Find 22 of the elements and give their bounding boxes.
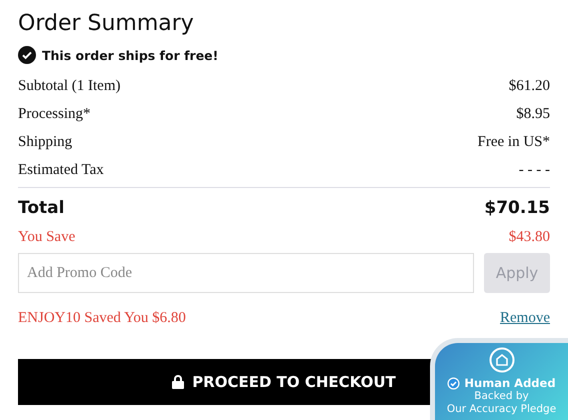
line-label: Shipping bbox=[18, 134, 72, 150]
line-value: - - - - bbox=[518, 162, 550, 178]
free-shipping-note: This order ships for free! bbox=[42, 48, 218, 62]
line-value: $8.95 bbox=[516, 106, 550, 122]
house-icon bbox=[488, 347, 514, 373]
badge-subtitle: Our Accuracy Pledge bbox=[446, 403, 556, 416]
applied-promo-text: ENJOY10 Saved You $6.80 bbox=[18, 310, 186, 326]
total-label: Total bbox=[18, 198, 64, 218]
savings-label: You Save bbox=[18, 228, 76, 246]
line-label: Estimated Tax bbox=[18, 162, 104, 178]
total-value: $70.15 bbox=[484, 198, 550, 218]
badge-subtitle: Backed by bbox=[474, 390, 529, 403]
remove-link[interactable]: Remove bbox=[500, 310, 550, 326]
line-label: Subtotal (1 Item) bbox=[18, 78, 120, 94]
check-circle-icon bbox=[447, 376, 460, 390]
line-value: Free in US* bbox=[478, 134, 550, 150]
lock-icon bbox=[172, 375, 184, 389]
check-circle-icon bbox=[18, 46, 36, 64]
line-label: Processing* bbox=[18, 106, 90, 122]
savings-value: $43.80 bbox=[508, 228, 550, 246]
summary-title: Order Summary bbox=[18, 10, 195, 38]
line-value: $61.20 bbox=[508, 78, 550, 94]
